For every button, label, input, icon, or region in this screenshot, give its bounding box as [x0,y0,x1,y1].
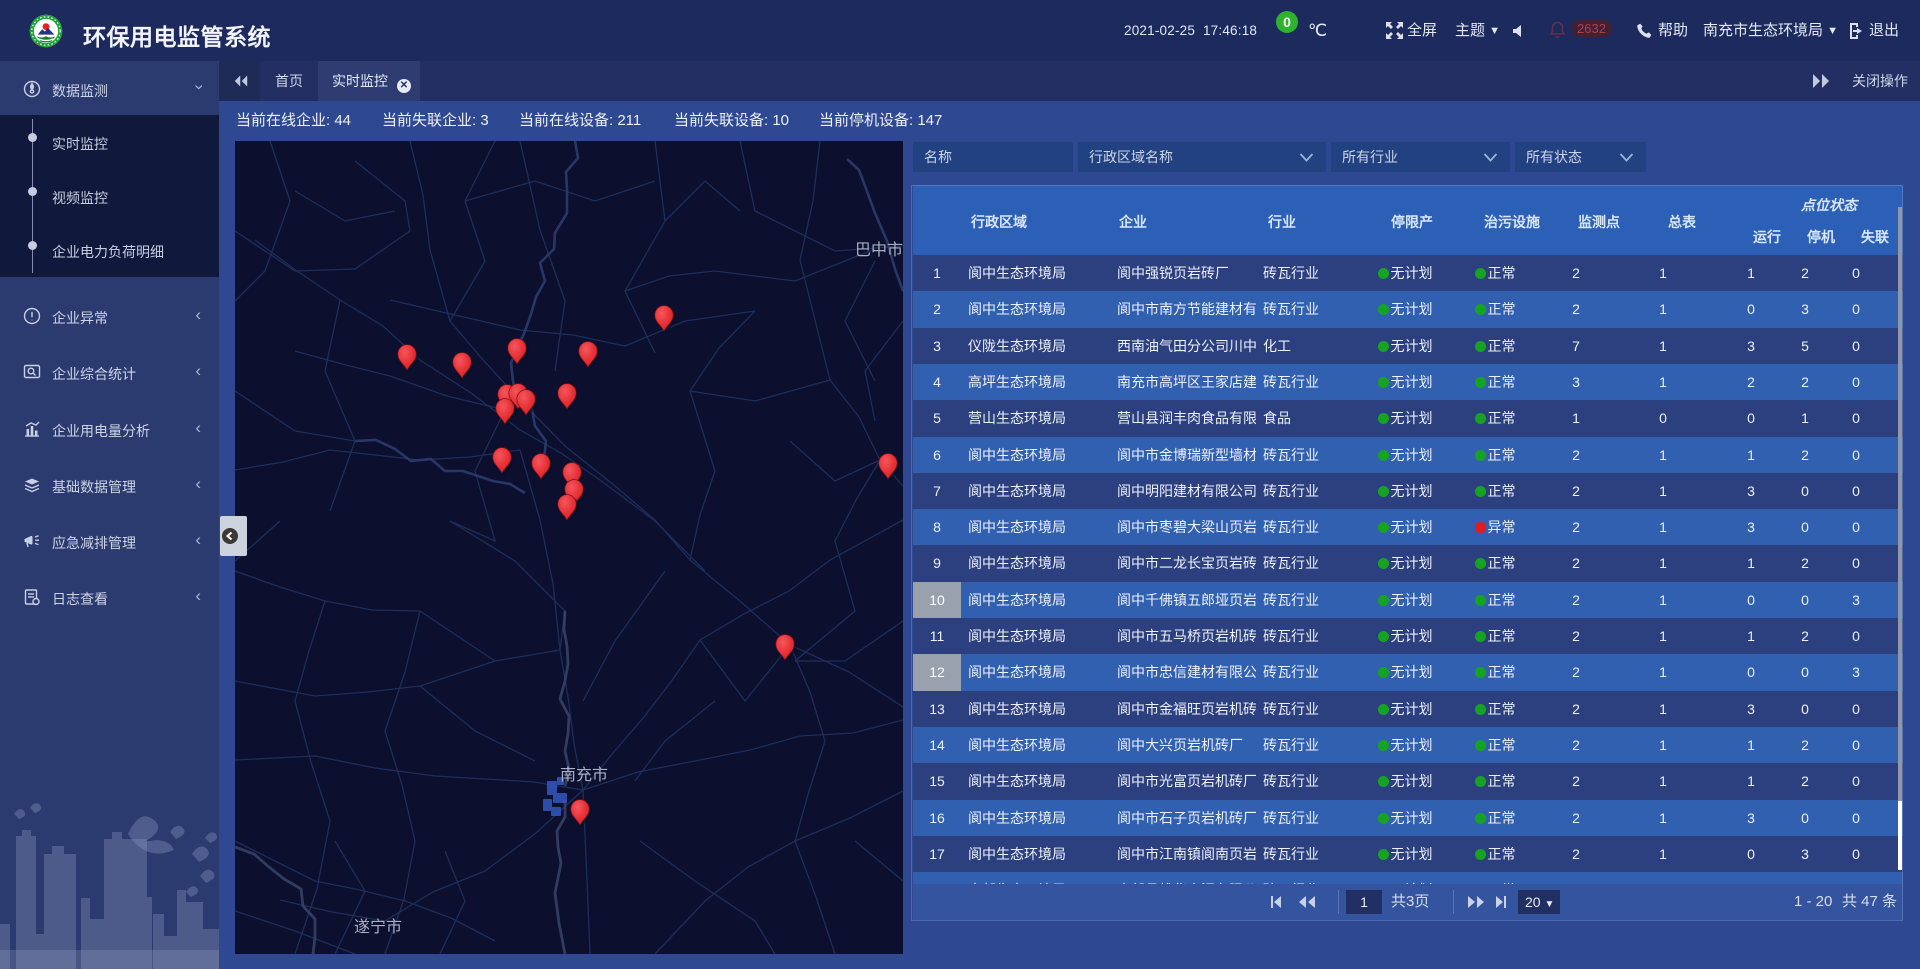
svg-text:遂宁市: 遂宁市 [354,918,402,936]
svg-text:南充市: 南充市 [560,766,608,784]
svg-text:巴中市: 巴中市 [855,241,903,259]
